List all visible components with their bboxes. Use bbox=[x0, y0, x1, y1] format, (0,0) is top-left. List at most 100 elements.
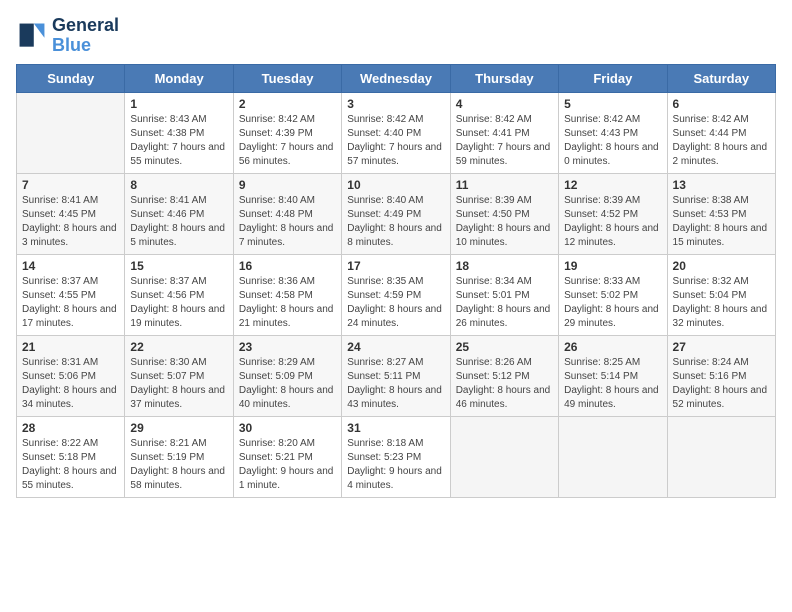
weekday-header: Wednesday bbox=[342, 64, 450, 92]
calendar-day-cell: 31Sunrise: 8:18 AMSunset: 5:23 PMDayligh… bbox=[342, 416, 450, 497]
day-number: 28 bbox=[22, 421, 119, 435]
day-info: Sunrise: 8:38 AMSunset: 4:53 PMDaylight:… bbox=[673, 194, 770, 250]
day-number: 24 bbox=[347, 340, 444, 354]
day-number: 2 bbox=[239, 97, 336, 111]
logo: General Blue bbox=[16, 16, 119, 56]
day-info: Sunrise: 8:37 AMSunset: 4:55 PMDaylight:… bbox=[22, 275, 119, 331]
calendar-day-cell: 23 Sunrise: 8:29 AMSunset: 5:09 PMDayligh… bbox=[233, 335, 341, 416]
calendar-day-cell: 8Sunrise: 8:41 AMSunset: 4:46 PMDaylight… bbox=[125, 173, 233, 254]
day-info: Sunrise: 8:20 AMSunset: 5:21 PMDaylight:… bbox=[239, 437, 336, 493]
weekday-header: Tuesday bbox=[233, 64, 341, 92]
day-number: 6 bbox=[673, 97, 770, 111]
day-info: Sunrise: 8:42 AMSunset: 4:40 PMDaylight:… bbox=[347, 113, 444, 169]
calendar-day-cell: 28 Sunrise: 8:22 AMSunset: 5:18 PMDayligh… bbox=[17, 416, 125, 497]
calendar-day-cell: 1 Sunrise: 8:43 AMSunset: 4:38 PMDaylight… bbox=[125, 92, 233, 173]
calendar-day-cell: 17 Sunrise: 8:35 AMSunset: 4:59 PMDayligh… bbox=[342, 254, 450, 335]
day-number: 9 bbox=[239, 178, 336, 192]
calendar-day-cell: 10 Sunrise: 8:40 AMSunset: 4:49 PMDayligh… bbox=[342, 173, 450, 254]
calendar-day-cell: 2 Sunrise: 8:42 AMSunset: 4:39 PMDaylight… bbox=[233, 92, 341, 173]
day-number: 20 bbox=[673, 259, 770, 273]
header: General Blue bbox=[16, 16, 776, 56]
calendar-week-row: 7 Sunrise: 8:41 AMSunset: 4:45 PMDaylight… bbox=[17, 173, 776, 254]
day-info: Sunrise: 8:42 AMSunset: 4:41 PMDaylight:… bbox=[456, 113, 553, 169]
day-number: 29 bbox=[130, 421, 227, 435]
calendar-day-cell: 11 Sunrise: 8:39 AMSunset: 4:50 PMDayligh… bbox=[450, 173, 558, 254]
calendar-header: SundayMondayTuesdayWednesdayThursdayFrid… bbox=[17, 64, 776, 92]
day-info: Sunrise: 8:24 AMSunset: 5:16 PMDaylight:… bbox=[673, 356, 770, 412]
day-info: Sunrise: 8:39 AMSunset: 4:52 PMDaylight:… bbox=[564, 194, 661, 250]
calendar-day-cell: 3 Sunrise: 8:42 AMSunset: 4:40 PMDaylight… bbox=[342, 92, 450, 173]
calendar-day-cell: 16Sunrise: 8:36 AMSunset: 4:58 PMDayligh… bbox=[233, 254, 341, 335]
weekday-header: Monday bbox=[125, 64, 233, 92]
calendar-day-cell bbox=[450, 416, 558, 497]
day-info: Sunrise: 8:42 AMSunset: 4:44 PMDaylight:… bbox=[673, 113, 770, 169]
day-number: 7 bbox=[22, 178, 119, 192]
day-number: 25 bbox=[456, 340, 553, 354]
day-number: 19 bbox=[564, 259, 661, 273]
day-info: Sunrise: 8:35 AMSunset: 4:59 PMDaylight:… bbox=[347, 275, 444, 331]
calendar-day-cell: 26 Sunrise: 8:25 AMSunset: 5:14 PMDayligh… bbox=[559, 335, 667, 416]
calendar-day-cell: 9 Sunrise: 8:40 AMSunset: 4:48 PMDaylight… bbox=[233, 173, 341, 254]
calendar-day-cell: 24 Sunrise: 8:27 AMSunset: 5:11 PMDayligh… bbox=[342, 335, 450, 416]
calendar-day-cell: 14 Sunrise: 8:37 AMSunset: 4:55 PMDayligh… bbox=[17, 254, 125, 335]
calendar-day-cell: 21Sunrise: 8:31 AMSunset: 5:06 PMDayligh… bbox=[17, 335, 125, 416]
day-info: Sunrise: 8:27 AMSunset: 5:11 PMDaylight:… bbox=[347, 356, 444, 412]
calendar-day-cell bbox=[17, 92, 125, 173]
calendar-day-cell bbox=[667, 416, 775, 497]
day-number: 18 bbox=[456, 259, 553, 273]
day-number: 23 bbox=[239, 340, 336, 354]
calendar-day-cell: 5 Sunrise: 8:42 AMSunset: 4:43 PMDaylight… bbox=[559, 92, 667, 173]
day-info: Sunrise: 8:39 AMSunset: 4:50 PMDaylight:… bbox=[456, 194, 553, 250]
day-number: 21 bbox=[22, 340, 119, 354]
weekday-header: Sunday bbox=[17, 64, 125, 92]
day-info: Sunrise: 8:43 AMSunset: 4:38 PMDaylight:… bbox=[130, 113, 227, 169]
day-info: Sunrise: 8:30 AMSunset: 5:07 PMDaylight:… bbox=[130, 356, 227, 412]
calendar-day-cell: 6 Sunrise: 8:42 AMSunset: 4:44 PMDaylight… bbox=[667, 92, 775, 173]
weekday-header: Saturday bbox=[667, 64, 775, 92]
calendar-day-cell: 20 Sunrise: 8:32 AMSunset: 5:04 PMDayligh… bbox=[667, 254, 775, 335]
day-number: 1 bbox=[130, 97, 227, 111]
weekday-header: Friday bbox=[559, 64, 667, 92]
day-number: 26 bbox=[564, 340, 661, 354]
day-number: 17 bbox=[347, 259, 444, 273]
day-number: 4 bbox=[456, 97, 553, 111]
day-info: Sunrise: 8:41 AMSunset: 4:45 PMDaylight:… bbox=[22, 194, 119, 250]
day-info: Sunrise: 8:34 AMSunset: 5:01 PMDaylight:… bbox=[456, 275, 553, 331]
calendar-week-row: 28 Sunrise: 8:22 AMSunset: 5:18 PMDayligh… bbox=[17, 416, 776, 497]
calendar-week-row: 14 Sunrise: 8:37 AMSunset: 4:55 PMDayligh… bbox=[17, 254, 776, 335]
calendar-day-cell: 7 Sunrise: 8:41 AMSunset: 4:45 PMDaylight… bbox=[17, 173, 125, 254]
calendar-table: SundayMondayTuesdayWednesdayThursdayFrid… bbox=[16, 64, 776, 498]
day-info: Sunrise: 8:22 AMSunset: 5:18 PMDaylight:… bbox=[22, 437, 119, 493]
day-info: Sunrise: 8:42 AMSunset: 4:43 PMDaylight:… bbox=[564, 113, 661, 169]
calendar-day-cell: 18 Sunrise: 8:34 AMSunset: 5:01 PMDayligh… bbox=[450, 254, 558, 335]
calendar-day-cell bbox=[559, 416, 667, 497]
day-number: 31 bbox=[347, 421, 444, 435]
logo-line2: Blue bbox=[52, 36, 119, 56]
day-info: Sunrise: 8:21 AMSunset: 5:19 PMDaylight:… bbox=[130, 437, 227, 493]
day-number: 14 bbox=[22, 259, 119, 273]
day-info: Sunrise: 8:33 AMSunset: 5:02 PMDaylight:… bbox=[564, 275, 661, 331]
calendar-day-cell: 15 Sunrise: 8:37 AMSunset: 4:56 PMDayligh… bbox=[125, 254, 233, 335]
day-number: 11 bbox=[456, 178, 553, 192]
day-info: Sunrise: 8:29 AMSunset: 5:09 PMDaylight:… bbox=[239, 356, 336, 412]
day-number: 5 bbox=[564, 97, 661, 111]
logo-icon bbox=[16, 20, 48, 52]
day-info: Sunrise: 8:37 AMSunset: 4:56 PMDaylight:… bbox=[130, 275, 227, 331]
calendar-day-cell: 19 Sunrise: 8:33 AMSunset: 5:02 PMDayligh… bbox=[559, 254, 667, 335]
day-number: 22 bbox=[130, 340, 227, 354]
day-info: Sunrise: 8:25 AMSunset: 5:14 PMDaylight:… bbox=[564, 356, 661, 412]
day-info: Sunrise: 8:32 AMSunset: 5:04 PMDaylight:… bbox=[673, 275, 770, 331]
calendar-day-cell: 29 Sunrise: 8:21 AMSunset: 5:19 PMDayligh… bbox=[125, 416, 233, 497]
day-info: Sunrise: 8:40 AMSunset: 4:49 PMDaylight:… bbox=[347, 194, 444, 250]
day-number: 15 bbox=[130, 259, 227, 273]
day-info: Sunrise: 8:42 AMSunset: 4:39 PMDaylight:… bbox=[239, 113, 336, 169]
calendar-day-cell: 27Sunrise: 8:24 AMSunset: 5:16 PMDayligh… bbox=[667, 335, 775, 416]
day-number: 3 bbox=[347, 97, 444, 111]
calendar-week-row: 1 Sunrise: 8:43 AMSunset: 4:38 PMDaylight… bbox=[17, 92, 776, 173]
day-info: Sunrise: 8:26 AMSunset: 5:12 PMDaylight:… bbox=[456, 356, 553, 412]
calendar-week-row: 21Sunrise: 8:31 AMSunset: 5:06 PMDayligh… bbox=[17, 335, 776, 416]
day-info: Sunrise: 8:40 AMSunset: 4:48 PMDaylight:… bbox=[239, 194, 336, 250]
calendar-day-cell: 4 Sunrise: 8:42 AMSunset: 4:41 PMDaylight… bbox=[450, 92, 558, 173]
day-number: 13 bbox=[673, 178, 770, 192]
day-number: 10 bbox=[347, 178, 444, 192]
